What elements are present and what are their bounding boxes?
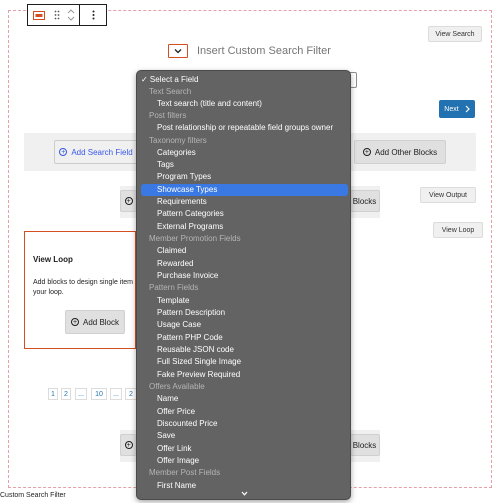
dropdown-option[interactable]: External Programs [137, 221, 350, 233]
footer-breadcrumb[interactable]: Custom Search Filter [0, 492, 66, 499]
page-2[interactable]: 2 [61, 388, 71, 400]
dropdown-option[interactable]: Program Types [137, 171, 350, 183]
next-button[interactable]: Next [439, 100, 475, 118]
page-ellipsis-2: ... [110, 388, 122, 400]
dropdown-option[interactable]: Pattern Description [137, 307, 350, 319]
dropdown-option[interactable]: Categories [137, 147, 350, 159]
dropdown-option[interactable]: Offer Price [137, 406, 350, 418]
dropdown-option[interactable]: Fake Preview Required [137, 369, 350, 381]
add-bottom-block-button-right[interactable]: Blocks [350, 434, 380, 456]
dropdown-option[interactable]: Reusable JSON code [137, 344, 350, 356]
dropdown-group-taxonomy-filters: Taxonomy filters [149, 136, 207, 145]
add-search-field-button[interactable]: + Add Search Field [54, 140, 138, 164]
view-loop-description-line1: Add blocks to design single item [33, 279, 133, 286]
dropdown-option[interactable]: Requirements [137, 196, 350, 208]
add-other-blocks-button[interactable]: + Add Other Blocks [354, 140, 446, 164]
dropdown-option[interactable]: Usage Case [137, 319, 350, 331]
view-output-button[interactable]: View Output [420, 187, 476, 203]
dropdown-option[interactable]: Pattern Categories [137, 208, 350, 220]
dropdown-option[interactable]: Name [137, 393, 350, 405]
view-loop-button[interactable]: View Loop [433, 222, 483, 238]
dropdown-option[interactable]: Post relationship or repeatable field gr… [137, 122, 350, 134]
add-output-block-button-right[interactable]: Blocks [350, 190, 380, 212]
field-select-dropdown[interactable]: ✓ Select a Field Text Search Text search… [136, 70, 351, 500]
add-block-button[interactable]: + Add Block [65, 310, 125, 334]
dropdown-group-post-filters: Post filters [149, 111, 187, 120]
add-icon: + [362, 148, 371, 156]
dropdown-option[interactable]: Claimed [137, 245, 350, 257]
blocks-label: Blocks [352, 196, 377, 206]
dropdown-group-pattern-fields: Pattern Fields [149, 283, 199, 292]
view-loop-description-line2: your loop. [33, 289, 64, 296]
chevron-down-icon[interactable] [238, 489, 250, 497]
next-label: Next [444, 105, 459, 113]
blocks-label-bottom: Blocks [352, 440, 377, 450]
dropdown-option-highlighted[interactable]: Showcase Types [141, 184, 348, 196]
add-other-blocks-label: Add Other Blocks [374, 147, 438, 157]
dropdown-option[interactable]: Pattern PHP Code [137, 332, 350, 344]
dropdown-option[interactable]: Tags [137, 159, 350, 171]
page-1[interactable]: 1 [48, 388, 58, 400]
add-search-field-label: Add Search Field [71, 147, 133, 157]
dropdown-option[interactable]: Purchase Invoice [137, 270, 350, 282]
more-options-icon[interactable] [80, 5, 106, 25]
dropdown-option[interactable]: Save [137, 430, 350, 442]
add-icon: + [124, 441, 133, 449]
view-loop-title: View Loop [33, 255, 73, 264]
add-output-block-button-left[interactable]: + [120, 190, 136, 212]
add-icon: + [59, 148, 68, 156]
dropdown-group-offers-available: Offers Available [149, 382, 205, 391]
dropdown-option-selected[interactable]: ✓ Select a Field [137, 74, 350, 86]
add-icon: + [124, 197, 133, 205]
dropdown-option[interactable]: Discounted Price [137, 418, 350, 430]
add-bottom-block-button-left[interactable]: + [120, 434, 136, 456]
view-search-button[interactable]: View Search [428, 26, 482, 42]
collapse-toggle[interactable] [168, 44, 188, 58]
view-loop-panel: View Loop Add blocks to design single it… [24, 231, 136, 349]
dropdown-group-member-post-fields: Member Post Fields [149, 468, 221, 477]
block-toolbar [27, 4, 107, 26]
chevron-down-icon [174, 49, 182, 54]
move-up-down-icon[interactable] [64, 5, 80, 25]
dropdown-option[interactable]: Offer Link [137, 443, 350, 455]
dropdown-option[interactable]: Text search (title and content) [137, 98, 350, 110]
drag-handle-icon[interactable] [50, 5, 64, 25]
add-block-label: Add Block [82, 317, 120, 327]
dropdown-option[interactable]: Offer Image [137, 455, 350, 467]
dropdown-group-member-promotion: Member Promotion Fields [149, 234, 241, 243]
custom-search-filter-icon[interactable] [28, 5, 50, 25]
dropdown-option[interactable]: Rewarded [137, 258, 350, 270]
dropdown-option[interactable]: Full Sized Single Image [137, 356, 350, 368]
add-icon: + [70, 318, 79, 326]
page-title: Insert Custom Search Filter [197, 45, 331, 57]
chevron-right-icon [465, 105, 470, 113]
page-10[interactable]: 10 [91, 388, 107, 400]
page-ellipsis: ... [75, 388, 87, 400]
page-last[interactable]: 2 [125, 388, 136, 400]
dropdown-group-text-search: Text Search [149, 87, 192, 96]
dropdown-option[interactable]: Template [137, 295, 350, 307]
